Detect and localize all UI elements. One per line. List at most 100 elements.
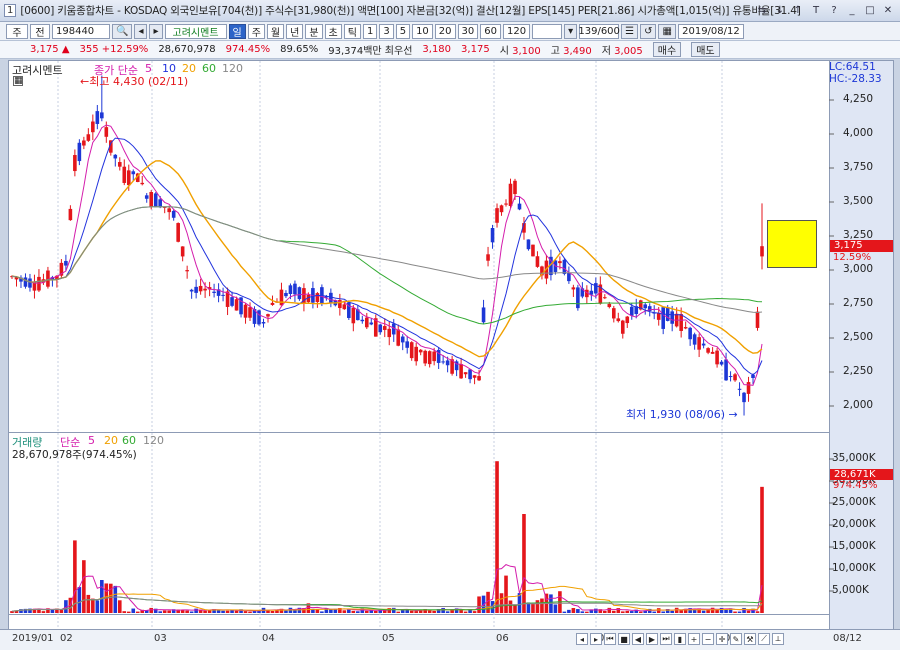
hc-label: HC:-28.33 — [829, 73, 882, 85]
low-annotation: 최저 1,930 (08/06) → — [626, 408, 738, 421]
volume-tick: 15,000K — [832, 540, 876, 552]
x-axis-label: 2019/01 — [12, 633, 54, 644]
x-axis-label: 03 — [154, 633, 167, 644]
custom-period-input[interactable] — [532, 23, 563, 39]
window-controls: ⇆ ↓ ↑ T ? _ □ ✕ — [754, 3, 896, 18]
volume-tick: 5,000K — [832, 584, 869, 596]
bottom-bar: 2019/0102030405060708 08/12 ◂ ▸ ⏮ ■ ◀ ▶ … — [0, 629, 900, 650]
period-day[interactable]: 일 — [228, 23, 246, 39]
dropdown-icon[interactable]: ▾ — [564, 23, 578, 39]
price-tick: 2,250 — [843, 365, 874, 377]
last-price-pct: 12.59% — [833, 252, 872, 263]
ma-legend-60: 60 — [202, 62, 216, 75]
minute-60[interactable]: 60 — [480, 23, 501, 39]
next-stock-icon[interactable]: ▸ — [149, 23, 163, 39]
zoom-in-icon[interactable]: + — [688, 633, 700, 645]
stop-icon[interactable]: ■ — [618, 633, 630, 645]
scroll-left-icon[interactable]: ◂ — [576, 633, 588, 645]
ask-price: 3,180 — [422, 44, 452, 55]
vol-ma-20: 20 — [104, 434, 118, 447]
axis-end-date: 08/12 — [833, 633, 862, 644]
crosshair-icon[interactable]: ✛ — [716, 633, 728, 645]
ma-legend-120: 120 — [222, 62, 243, 75]
minute-5[interactable]: 5 — [395, 23, 411, 39]
ruler-icon[interactable]: ⟂ — [772, 633, 784, 645]
minute-30[interactable]: 30 — [457, 23, 479, 39]
stock-name-label: 고려시멘트 — [164, 23, 227, 39]
reset-icon[interactable]: ↺ — [640, 23, 657, 39]
market-select[interactable]: 전 — [30, 23, 50, 39]
minimize-icon[interactable]: _ — [844, 3, 860, 18]
scroll-right-icon[interactable]: ▸ — [590, 633, 602, 645]
down-arrow-icon[interactable]: ↓ — [772, 3, 788, 18]
last-icon[interactable]: ⏭ — [660, 633, 672, 645]
close-icon[interactable]: ✕ — [880, 3, 896, 18]
period-month[interactable]: 월 — [266, 23, 285, 39]
font-icon[interactable]: T — [808, 3, 824, 18]
sell-button[interactable]: 매도 — [691, 42, 720, 57]
date-input[interactable]: 2019/08/12 — [677, 23, 744, 39]
prev-stock-icon[interactable]: ◂ — [134, 23, 148, 39]
minute-1[interactable]: 1 — [362, 23, 378, 39]
price-tick: 3,000 — [843, 263, 874, 275]
maximize-icon[interactable]: □ — [862, 3, 878, 18]
price-tick: 2,000 — [843, 399, 874, 411]
last-price-badge: 3,175 — [830, 240, 893, 252]
x-axis-label: 04 — [262, 633, 275, 644]
period-second[interactable]: 초 — [324, 23, 342, 39]
x-axis-label: 06 — [496, 633, 509, 644]
draw-icon[interactable]: ✎ — [730, 633, 742, 645]
window-title: [0600] 키움종합차트 - KOSDAQ 외국인보유[704(천)] 주식수… — [20, 5, 801, 17]
prev-icon[interactable]: ◀ — [632, 633, 644, 645]
price-tick: 2,500 — [843, 331, 874, 343]
grid-toggle-icon[interactable]: ▦ — [13, 76, 23, 86]
volume-tick: 20,000K — [832, 518, 876, 530]
price-tick: 4,000 — [843, 127, 874, 139]
zoom-out-icon[interactable]: − — [702, 633, 714, 645]
first-icon[interactable]: ⏮ — [604, 633, 616, 645]
chart-mode-select[interactable]: 주 — [6, 23, 28, 39]
x-axis-label: 05 — [382, 633, 395, 644]
period-minute[interactable]: 분 — [305, 23, 323, 39]
minute-20[interactable]: 20 — [434, 23, 456, 39]
high-price: 고 3,490 — [550, 46, 592, 57]
minute-10[interactable]: 10 — [412, 23, 433, 39]
panel-divider[interactable] — [8, 432, 830, 433]
volume-tick: 35,000K — [832, 452, 876, 464]
x-axis-label: 02 — [60, 633, 73, 644]
lc-label: LC:64.51 — [829, 61, 876, 73]
volume-ratio: 974.45% — [225, 44, 271, 55]
window-number: 1 — [4, 4, 17, 17]
zoom-bar-icon[interactable]: ▮ — [674, 633, 686, 645]
high-annotation: ←최고 4,430 (02/11) — [80, 75, 189, 88]
calendar-icon[interactable]: ▦ — [658, 23, 676, 39]
minute-120[interactable]: 120 — [503, 23, 531, 39]
period-week[interactable]: 주 — [247, 23, 265, 39]
volume-tick: 25,000K — [832, 496, 876, 508]
price-tick: 4,250 — [843, 93, 874, 105]
open-price: 시 3,100 — [499, 46, 541, 57]
search-icon[interactable]: 🔍 — [112, 23, 133, 39]
period-tick[interactable]: 틱 — [343, 23, 361, 39]
chart-panel[interactable] — [8, 60, 894, 630]
period-year[interactable]: 년 — [286, 23, 304, 39]
trend-icon[interactable]: ⟋ — [758, 633, 770, 645]
price-tick: 3,750 — [843, 161, 874, 173]
help-icon[interactable]: ? — [826, 3, 842, 18]
bid-price: 3,175 — [461, 44, 490, 55]
tools-icon[interactable]: ⚒ — [744, 633, 756, 645]
buy-button[interactable]: 매수 — [652, 42, 682, 57]
low-price: 저 3,005 — [601, 46, 643, 57]
data-count: 139/600 — [578, 23, 620, 39]
vol-ma-5: 5 — [88, 434, 95, 447]
last-volume-pct: 974.45% — [833, 480, 878, 491]
next-icon[interactable]: ▶ — [646, 633, 658, 645]
minute-3[interactable]: 3 — [379, 23, 394, 39]
volume-value-legend: 28,670,978주(974.45%) — [12, 449, 137, 461]
stock-code-input[interactable]: 198440 — [52, 23, 110, 39]
navigation-controls: ◂ ▸ ⏮ ■ ◀ ▶ ⏭ ▮ + − ✛ ✎ ⚒ ⟋ ⟂ — [576, 633, 784, 645]
settings-icon[interactable]: ☰ — [621, 23, 639, 39]
link-icon[interactable]: ⇆ — [754, 3, 770, 18]
price-tick: 3,500 — [843, 195, 874, 207]
up-arrow-icon[interactable]: ↑ — [790, 3, 806, 18]
